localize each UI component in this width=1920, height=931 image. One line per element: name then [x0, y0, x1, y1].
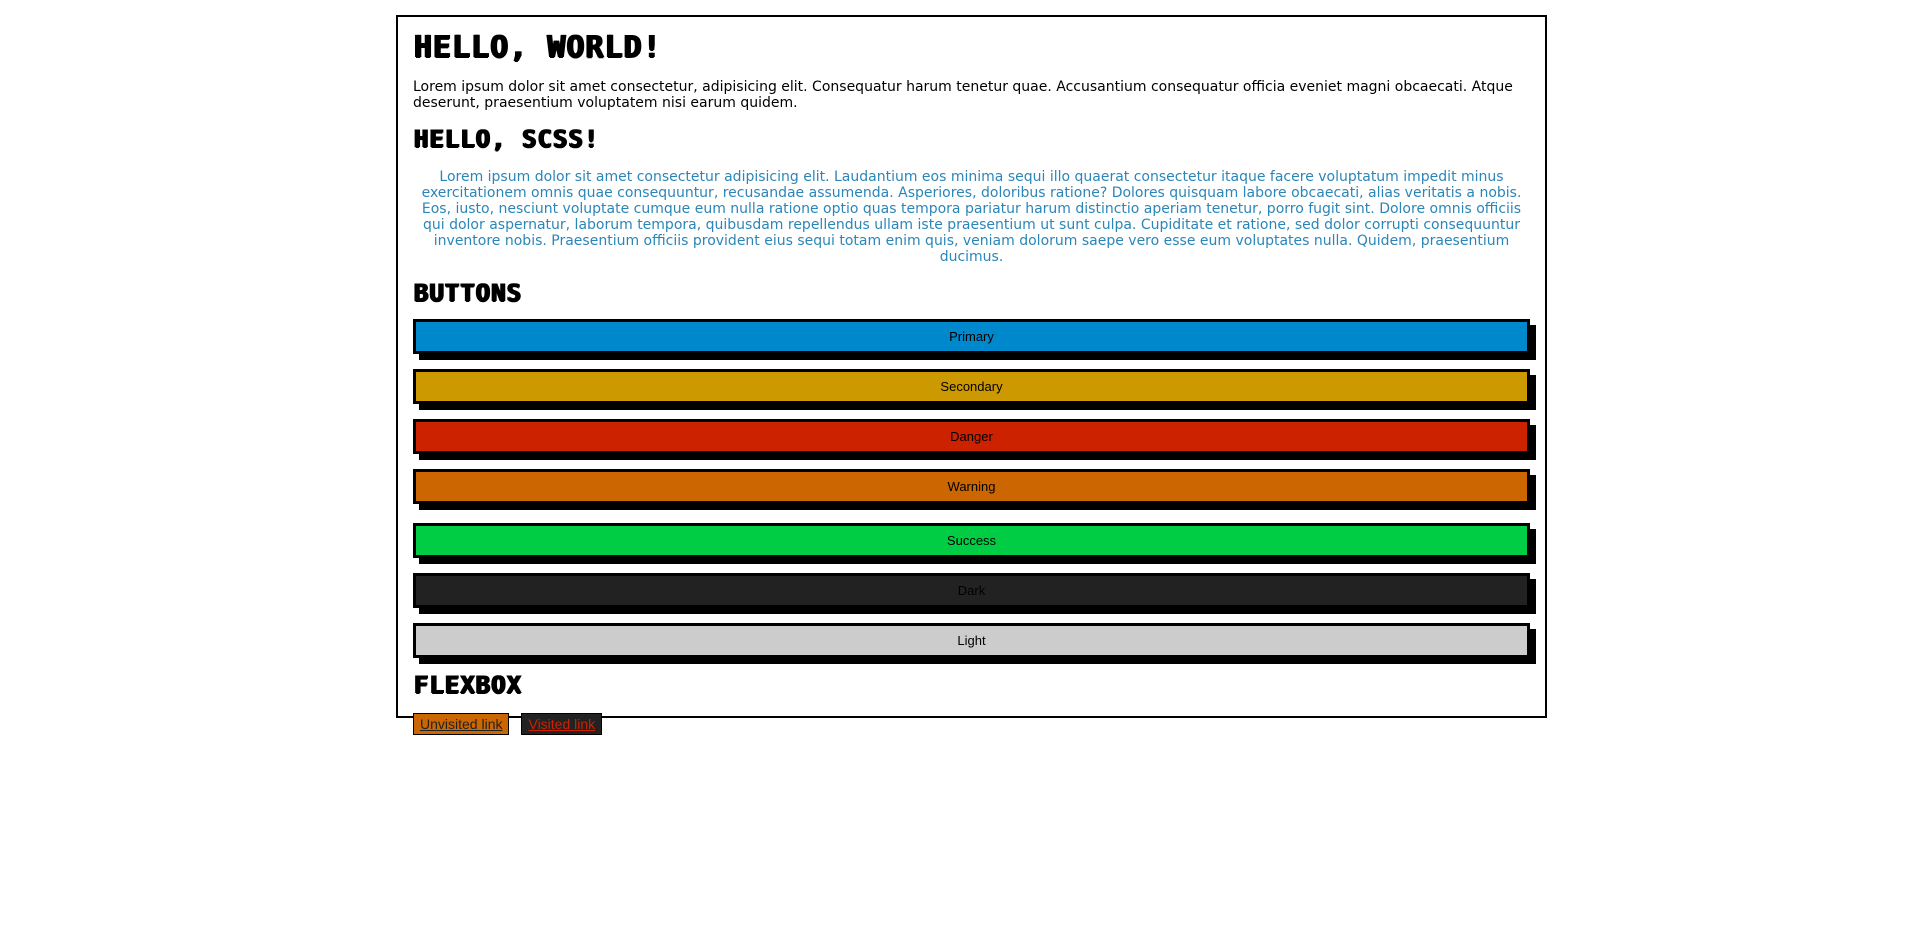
primary-button[interactable]: Primary	[413, 319, 1530, 354]
danger-button[interactable]: Danger	[413, 419, 1530, 454]
scss-heading: HELLO, SCSS!	[413, 125, 599, 153]
buttons-heading: BUTTONS	[413, 279, 522, 307]
buttons-list: Primary Secondary Danger Warning Success…	[413, 319, 1530, 658]
visited-link[interactable]: Visited link	[521, 713, 603, 735]
success-button[interactable]: Success	[413, 523, 1530, 558]
intro-paragraph: Lorem ipsum dolor sit amet consectetur, …	[413, 79, 1513, 111]
page-title: HELLO, WORLD!	[413, 30, 661, 65]
unvisited-link[interactable]: Unvisited link	[413, 713, 510, 735]
main-card: HELLO, WORLD! Lorem ipsum dolor sit amet…	[396, 15, 1547, 735]
secondary-button[interactable]: Secondary	[413, 369, 1530, 404]
warning-button[interactable]: Warning	[413, 469, 1530, 504]
dark-button[interactable]: Dark	[413, 573, 1530, 608]
flexbox-container: Unvisited link Visited link	[413, 713, 1530, 735]
scss-paragraph: Lorem ipsum dolor sit amet consectetur a…	[421, 169, 1522, 265]
light-button[interactable]: Light	[413, 623, 1530, 658]
flexbox-heading: FLEXBOX	[413, 671, 522, 699]
